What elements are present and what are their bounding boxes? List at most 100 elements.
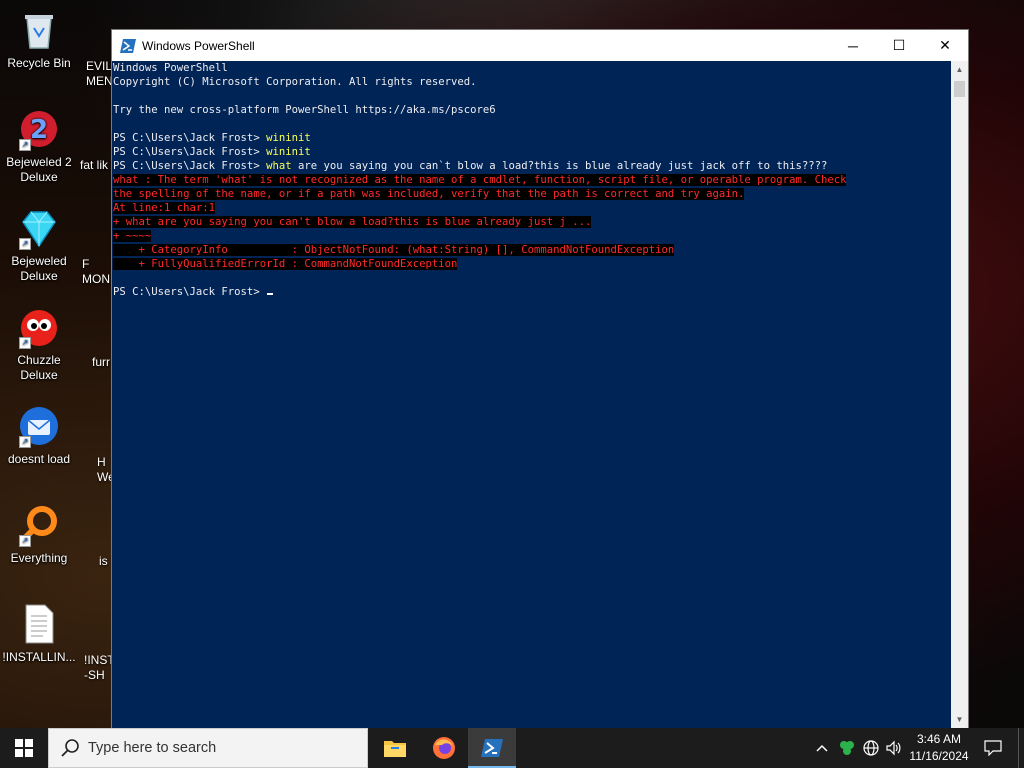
network-globe-icon[interactable] (860, 728, 882, 768)
chuzzle-icon: ↗ (17, 305, 61, 349)
console-line: + ~~~~ (112, 229, 952, 243)
desktop-icon-label: EVIL MEN (86, 59, 112, 88)
desktop-icon-recycle-bin[interactable]: Recycle Bin (0, 8, 78, 71)
desktop-icon-label: is (99, 554, 108, 568)
taskbar-search-box[interactable]: Type here to search (48, 728, 368, 768)
desktop-icon-partial[interactable]: !INST -SH (84, 653, 112, 683)
desktop-icon-partial[interactable]: fat lik (80, 158, 112, 173)
console-line: Try the new cross-platform PowerShell ht… (113, 104, 496, 116)
taskbar-powershell[interactable] (468, 728, 516, 768)
text-file-icon (17, 602, 61, 646)
desktop-icon-label: Bejeweled 2 Deluxe (6, 155, 72, 184)
thunderbird-icon: ↗ (17, 404, 61, 448)
close-button[interactable]: ✕ (922, 30, 968, 61)
error-text: + ~~~~ (113, 230, 152, 242)
clock-date: 11/16/2024 (909, 749, 969, 763)
text-cursor (267, 293, 274, 295)
desktop-icon-label: furr (92, 355, 110, 369)
command-text: wininit (266, 132, 311, 144)
scroll-down-icon[interactable]: ▼ (951, 711, 968, 728)
shortcut-arrow-icon: ↗ (19, 337, 31, 349)
search-icon (61, 739, 79, 757)
maximize-button[interactable]: ☐ (876, 30, 922, 61)
prompt-text: PS C:\Users\Jack Frost> (113, 286, 267, 298)
command-args: are you saying you can`t blow a load?thi… (291, 160, 828, 172)
command-text: what (266, 160, 292, 172)
desktop-icon-label: Recycle Bin (7, 56, 71, 70)
recycle-bin-icon (17, 8, 61, 52)
console-line: + what are you saying you can't blow a l… (112, 215, 952, 229)
shortcut-arrow-icon: ↗ (19, 436, 31, 448)
console-output[interactable]: Windows PowerShell Copyright (C) Microsof… (112, 61, 952, 728)
prompt-text: PS C:\Users\Jack Frost> (113, 160, 267, 172)
powershell-icon (120, 38, 136, 53)
desktop-icon-partial[interactable]: EVIL MEN (86, 59, 112, 89)
console-line: PS C:\Users\Jack Frost> what are you say… (112, 159, 952, 173)
windows-logo-icon (15, 739, 33, 757)
tray-app-icon[interactable] (836, 728, 858, 768)
desktop-icon-thunderbird[interactable]: ↗ doesnt load (0, 404, 78, 467)
taskbar: Type here to search 3:46 AM 11/16/2024 (0, 728, 1024, 768)
search-placeholder: Type here to search (88, 740, 217, 756)
console-line: At line:1 char:1 (112, 201, 952, 215)
desktop-icon-bejeweled[interactable]: ↗ Bejeweled Deluxe (0, 206, 78, 284)
show-hidden-icons-chevron-icon[interactable] (812, 728, 832, 768)
console-line: + CategoryInfo : ObjectNotFound: (what:S… (112, 243, 952, 257)
taskbar-firefox[interactable] (420, 728, 468, 768)
desktop-icon-label: Everything (10, 551, 68, 565)
desktop-icon-label: !INST -SH (84, 653, 112, 682)
desktop-icon-label: Chuzzle Deluxe (17, 353, 61, 382)
powershell-window[interactable]: Windows PowerShell ─ ☐ ✕ Windows PowerSh… (111, 29, 969, 729)
shortcut-arrow-icon: ↗ (19, 535, 31, 547)
taskbar-clock[interactable]: 3:46 AM 11/16/2024 (906, 731, 972, 765)
desktop-icon-partial[interactable]: H We (97, 455, 112, 485)
powershell-icon (481, 739, 503, 757)
taskbar-file-explorer[interactable] (371, 728, 419, 768)
scrollbar-thumb[interactable] (954, 81, 965, 97)
window-title: Windows PowerShell (142, 38, 255, 53)
desktop-icon-label: doesnt load (7, 452, 71, 466)
volume-icon[interactable] (883, 728, 905, 768)
notification-center-button[interactable] (978, 728, 1008, 768)
console-line: the spelling of the name, or if a path w… (112, 187, 952, 201)
shortcut-arrow-icon: ↗ (19, 139, 31, 151)
console-line: what : The term 'what' is not recognized… (112, 173, 952, 187)
error-text: + CategoryInfo : ObjectNotFound: (what:S… (113, 244, 675, 256)
show-desktop-button[interactable] (1018, 728, 1024, 768)
desktop-icon-chuzzle[interactable]: ↗ Chuzzle Deluxe (0, 305, 78, 383)
shortcut-arrow-icon: ↗ (19, 238, 31, 250)
desktop-icon-label: Bejeweled Deluxe (11, 254, 67, 283)
vertical-scrollbar[interactable]: ▲ ▼ (951, 61, 968, 728)
clock-time: 3:46 AM (916, 732, 962, 746)
desktop-icon-installing[interactable]: !INSTALLIN... (0, 602, 78, 665)
firefox-icon (433, 737, 455, 759)
desktop-icon-label: F MON (82, 257, 110, 286)
desktop-icon-label: !INSTALLIN... (2, 650, 76, 664)
notification-icon (984, 740, 1002, 756)
desktop-icon-partial[interactable]: furr (92, 355, 112, 370)
bejeweled-icon: ↗ (17, 206, 61, 250)
console-line: Copyright (C) Microsoft Corporation. All… (113, 76, 477, 88)
start-button[interactable] (0, 728, 48, 768)
minimize-button[interactable]: ─ (830, 30, 876, 61)
console-line: PS C:\Users\Jack Frost> wininit (112, 145, 952, 159)
everything-search-icon: ↗ (17, 503, 61, 547)
desktop-icon-everything[interactable]: ↗ Everything (0, 503, 78, 566)
desktop-icon-partial[interactable]: F MON (82, 257, 112, 287)
scroll-up-icon[interactable]: ▲ (951, 61, 968, 78)
console-line: PS C:\Users\Jack Frost> (112, 285, 952, 299)
error-text: what : The term 'what' is not recognized… (113, 174, 847, 186)
error-text: At line:1 char:1 (113, 202, 216, 214)
error-text: + what are you saying you can't blow a l… (113, 216, 592, 228)
prompt-text: PS C:\Users\Jack Frost> (113, 146, 267, 158)
desktop-icon-bejeweled2[interactable]: 2 ↗ Bejeweled 2 Deluxe (0, 107, 78, 185)
desktop-icon-label: H We (97, 455, 112, 484)
console-line: + FullyQualifiedErrorId : CommandNotFoun… (112, 257, 952, 271)
console-line: Windows PowerShell (113, 62, 228, 74)
error-text: the spelling of the name, or if a path w… (113, 188, 745, 200)
window-titlebar[interactable]: Windows PowerShell ─ ☐ ✕ (112, 30, 968, 61)
svg-text:2: 2 (30, 115, 48, 145)
